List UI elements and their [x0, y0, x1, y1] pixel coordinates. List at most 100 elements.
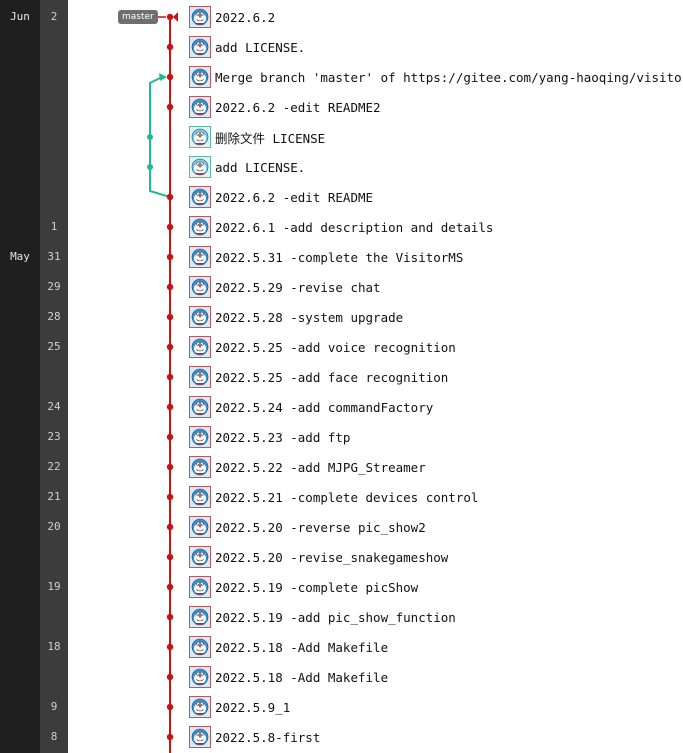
- commit-row[interactable]: 2022.5.19 -add pic_show_function: [186, 602, 683, 632]
- commit-message: 2022.5.25 -add voice recognition: [215, 339, 456, 355]
- commit-row[interactable]: 2022.5.21 -complete devices control: [186, 482, 683, 512]
- commit-message: add LICENSE.: [215, 39, 306, 55]
- commit-message: 2022.5.8-first: [215, 729, 321, 745]
- commit-node: [166, 253, 174, 261]
- day-label: 18: [47, 640, 61, 653]
- commit-row[interactable]: 删除文件 LICENSE: [186, 122, 683, 152]
- commit-row[interactable]: 2022.5.18 -Add Makefile: [186, 632, 683, 662]
- commit-row[interactable]: 2022.5.28 -system upgrade: [186, 302, 683, 332]
- author-avatar-icon: [189, 606, 211, 628]
- month-label: May: [10, 250, 30, 263]
- day-label: 31: [47, 250, 61, 263]
- commit-message: 2022.6.2 -edit README2: [215, 99, 381, 115]
- commit-node: [147, 164, 153, 170]
- day-label: 19: [47, 580, 61, 593]
- author-avatar-icon: [189, 486, 211, 508]
- commit-row[interactable]: 2022.6.2: [186, 2, 683, 32]
- author-avatar-icon: [189, 306, 211, 328]
- author-avatar-icon: [189, 216, 211, 238]
- commit-row[interactable]: 2022.5.20 -reverse pic_show2: [186, 512, 683, 542]
- commit-row[interactable]: 2022.5.24 -add commandFactory: [186, 392, 683, 422]
- commit-row[interactable]: 2022.5.23 -add ftp: [186, 422, 683, 452]
- author-avatar-icon: [189, 456, 211, 478]
- commit-row[interactable]: 2022.5.31 -complete the VisitorMS: [186, 242, 683, 272]
- commit-message: 删除文件 LICENSE: [215, 130, 326, 146]
- commit-message: 2022.5.20 -revise_snakegameshow: [215, 549, 449, 565]
- commit-message: 2022.5.31 -complete the VisitorMS: [215, 249, 464, 265]
- commit-row[interactable]: add LICENSE.: [186, 152, 683, 182]
- author-avatar-icon: [189, 726, 211, 748]
- commit-row[interactable]: Merge branch 'master' of https://gitee.c…: [186, 62, 683, 92]
- commit-row[interactable]: 2022.6.2 -edit README: [186, 182, 683, 212]
- author-avatar-icon: [189, 396, 211, 418]
- commit-message: 2022.5.29 -revise chat: [215, 279, 381, 295]
- commit-row[interactable]: 2022.5.18 -Add Makefile: [186, 662, 683, 692]
- commit-node: [166, 373, 174, 381]
- author-avatar-icon: [189, 366, 211, 388]
- author-avatar-icon: [189, 576, 211, 598]
- day-label: 25: [47, 340, 61, 353]
- commit-node: [166, 313, 174, 321]
- commit-node: [166, 193, 174, 201]
- commit-message: 2022.5.22 -add MJPG_Streamer: [215, 459, 426, 475]
- commit-node: [166, 343, 174, 351]
- commit-row[interactable]: 2022.5.22 -add MJPG_Streamer: [186, 452, 683, 482]
- author-avatar-icon: [189, 636, 211, 658]
- commit-node: [166, 643, 174, 651]
- commit-row[interactable]: 2022.5.25 -add face recognition: [186, 362, 683, 392]
- commit-row[interactable]: 2022.6.1 -add description and details: [186, 212, 683, 242]
- commit-row[interactable]: 2022.5.8-first: [186, 722, 683, 752]
- commit-node: [166, 493, 174, 501]
- commit-node: [166, 223, 174, 231]
- author-avatar-icon: [189, 66, 211, 88]
- author-avatar-icon: [189, 156, 211, 178]
- commit-row[interactable]: 2022.5.19 -complete picShow: [186, 572, 683, 602]
- author-avatar-icon: [189, 186, 211, 208]
- commit-row[interactable]: 2022.6.2 -edit README2: [186, 92, 683, 122]
- commit-message: 2022.5.19 -add pic_show_function: [215, 609, 456, 625]
- commit-row[interactable]: 2022.5.9_1: [186, 692, 683, 722]
- commit-row[interactable]: 2022.5.25 -add voice recognition: [186, 332, 683, 362]
- commit-row[interactable]: 2022.5.20 -revise_snakegameshow: [186, 542, 683, 572]
- commit-node: [166, 613, 174, 621]
- author-avatar-icon: [189, 696, 211, 718]
- commit-node: [166, 433, 174, 441]
- commit-node: [166, 43, 174, 51]
- commit-node: [166, 733, 174, 741]
- commit-message: 2022.5.9_1: [215, 699, 291, 715]
- author-avatar-icon: [189, 546, 211, 568]
- day-label: 29: [47, 280, 61, 293]
- commit-message: 2022.5.24 -add commandFactory: [215, 399, 434, 415]
- commit-message: 2022.6.2 -edit README: [215, 189, 374, 205]
- author-avatar-icon: [189, 6, 211, 28]
- commit-message: 2022.5.20 -reverse pic_show2: [215, 519, 426, 535]
- commit-node: [166, 463, 174, 471]
- merge-branch-line: [149, 76, 171, 198]
- commit-node: [166, 673, 174, 681]
- commit-node: [166, 553, 174, 561]
- author-avatar-icon: [189, 516, 211, 538]
- branch-tag-master[interactable]: master: [118, 10, 158, 24]
- day-label: 28: [47, 310, 61, 323]
- commit-row[interactable]: 2022.5.29 -revise chat: [186, 272, 683, 302]
- commit-node: [147, 134, 153, 140]
- month-label: Jun: [10, 10, 30, 23]
- author-avatar-icon: [189, 126, 211, 148]
- commit-message: Merge branch 'master' of https://gitee.c…: [215, 69, 683, 85]
- merge-arrow-icon: [159, 73, 167, 81]
- day-label: 22: [47, 460, 61, 473]
- commit-node: [166, 73, 174, 81]
- commit-message: 2022.5.28 -system upgrade: [215, 309, 404, 325]
- day-label: 21: [47, 490, 61, 503]
- commit-message: 2022.5.18 -Add Makefile: [215, 669, 389, 685]
- day-label: 9: [50, 700, 58, 713]
- author-avatar-icon: [189, 666, 211, 688]
- commit-row[interactable]: add LICENSE.: [186, 32, 683, 62]
- commit-node: [166, 403, 174, 411]
- day-label: 2: [50, 10, 58, 23]
- day-label: 24: [47, 400, 61, 413]
- commit-message: 2022.5.25 -add face recognition: [215, 369, 449, 385]
- author-avatar-icon: [189, 246, 211, 268]
- author-avatar-icon: [189, 426, 211, 448]
- commit-message: 2022.6.2: [215, 9, 276, 25]
